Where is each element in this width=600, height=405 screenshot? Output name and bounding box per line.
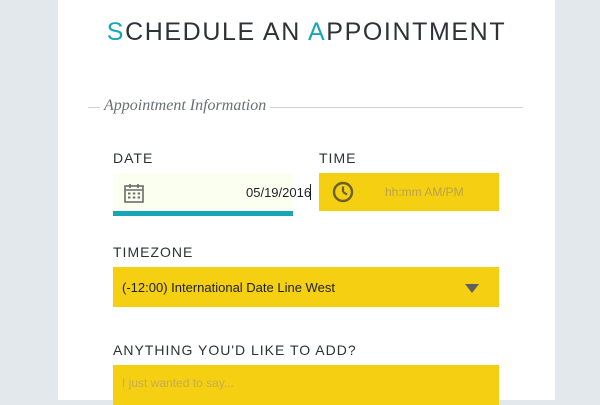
date-value: 05/19/2016 <box>246 185 312 200</box>
timezone-select[interactable]: (-12:00) International Date Line West <box>113 267 499 307</box>
title-accent-s: S <box>106 18 126 46</box>
clock-icon[interactable] <box>332 181 354 203</box>
time-label: TIME <box>319 150 357 166</box>
time-placeholder: hh:mm AM/PM <box>385 185 464 199</box>
notes-textarea[interactable]: I just wanted to say... <box>113 365 499 405</box>
date-label: DATE <box>113 150 154 166</box>
section-divider: Appointment Information <box>88 97 523 115</box>
notes-placeholder: I just wanted to say... <box>122 376 234 390</box>
date-input[interactable]: 05/19/2016 <box>113 173 311 211</box>
appointment-form-card: SCHEDULE AN APPOINTMENT Appointment Info… <box>58 0 555 405</box>
notes-label: ANYTHING YOU'D LIKE TO ADD? <box>113 342 357 358</box>
title-part-2: PPOINTMENT <box>326 18 507 46</box>
calendar-icon[interactable] <box>123 182 145 204</box>
time-input[interactable]: hh:mm AM/PM <box>319 173 499 211</box>
title-accent-a: A <box>308 18 327 46</box>
page-title: SCHEDULE AN APPOINTMENT <box>58 18 555 47</box>
chevron-down-icon[interactable] <box>465 284 479 293</box>
text-caret <box>310 184 311 200</box>
title-part-1: CHEDULE AN <box>125 18 309 46</box>
timezone-label: TIMEZONE <box>113 244 194 260</box>
date-focus-underline <box>113 211 293 216</box>
section-legend-label: Appointment Information <box>100 97 271 115</box>
timezone-selected-value: (-12:00) International Date Line West <box>122 280 335 295</box>
